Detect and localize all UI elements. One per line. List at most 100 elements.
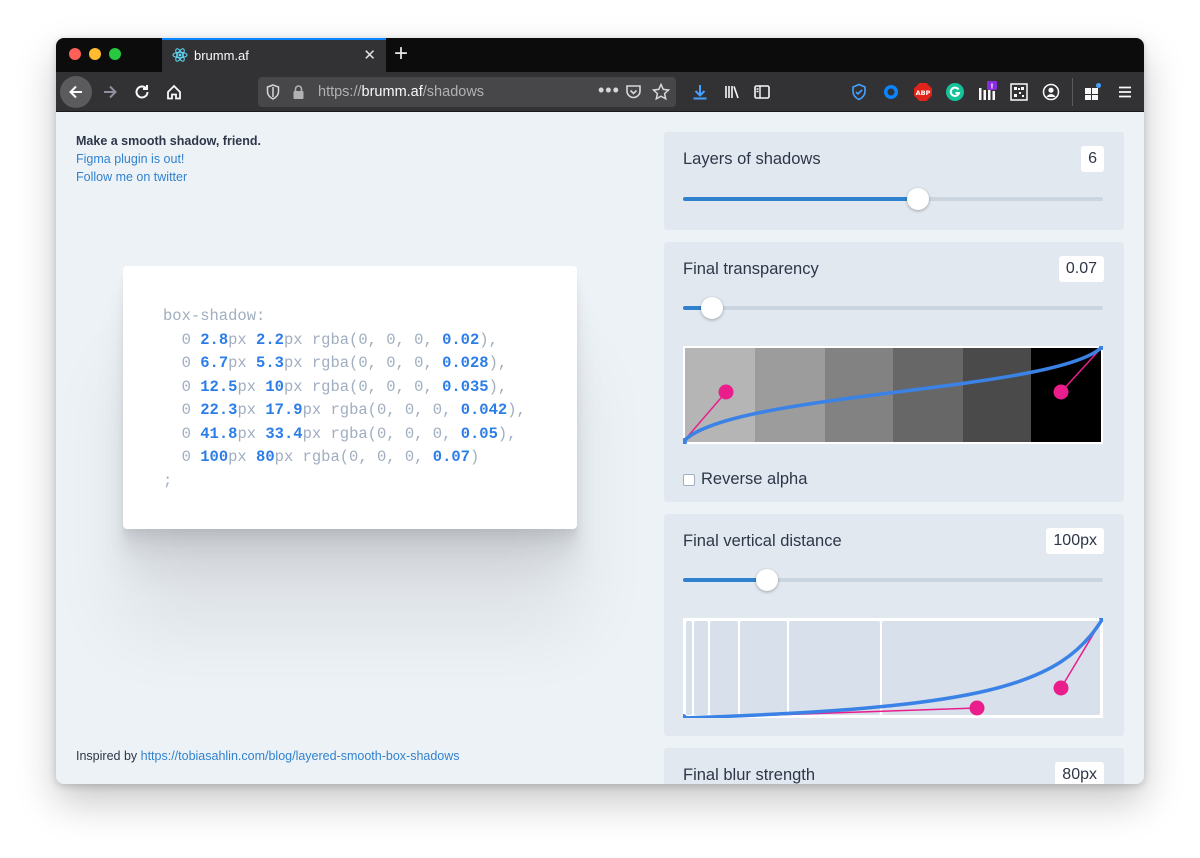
- vertical-distance-panel: Final vertical distance 100px: [664, 514, 1124, 736]
- shield-icon[interactable]: [266, 84, 280, 100]
- alpha-swatch: [893, 348, 963, 442]
- home-icon: [167, 84, 181, 100]
- code-terminator: ;: [163, 471, 173, 490]
- transparency-slider[interactable]: [683, 297, 1103, 319]
- extension-qr[interactable]: [1008, 81, 1030, 103]
- alpha-swatch: [963, 348, 1031, 442]
- shield-check-icon: [852, 83, 866, 101]
- credit-prefix: Inspired by: [76, 749, 141, 763]
- transparency-label: Final transparency: [683, 260, 819, 278]
- curve-handle[interactable]: [969, 700, 985, 716]
- account-icon: [1042, 83, 1060, 101]
- adblock-icon: ABP: [914, 83, 932, 101]
- layers-value[interactable]: 6: [1081, 146, 1104, 172]
- extension-circle[interactable]: [880, 81, 902, 103]
- distance-swatch: [710, 621, 738, 715]
- vertical-distance-slider[interactable]: [683, 569, 1103, 591]
- ring-icon: [884, 85, 898, 99]
- extension-bars[interactable]: !: [976, 81, 998, 103]
- layers-slider[interactable]: [683, 188, 1103, 210]
- new-tab-button[interactable]: +: [394, 41, 408, 67]
- extension-grammarly[interactable]: [944, 81, 966, 103]
- extension-shield[interactable]: [848, 81, 870, 103]
- distance-swatch: [740, 621, 787, 715]
- sidebar-button[interactable]: [746, 76, 778, 108]
- reverse-alpha-toggle[interactable]: Reverse alpha: [683, 470, 807, 489]
- navigation-toolbar: https://brumm.af/shadows ••• ABP !: [56, 72, 1144, 112]
- page-actions-icon[interactable]: •••: [598, 80, 620, 101]
- transparency-curve-editor[interactable]: [679, 342, 1107, 446]
- url-protocol: https://: [318, 84, 362, 100]
- home-button[interactable]: [158, 76, 190, 108]
- vertical-distance-label: Final vertical distance: [683, 532, 842, 550]
- code-line: 0 2.8px 2.2px rgba(0, 0, 0, 0.02),: [163, 330, 498, 349]
- twitter-link[interactable]: Follow me on twitter: [76, 168, 261, 186]
- bars-icon: !: [979, 81, 997, 100]
- puzzle-icon: [1085, 83, 1101, 100]
- menu-button[interactable]: [1114, 81, 1136, 103]
- url-text: https://brumm.af/shadows: [318, 84, 484, 100]
- svg-text:!: !: [990, 83, 993, 91]
- minimize-window-button[interactable]: [89, 48, 101, 60]
- distance-curve-graph[interactable]: [679, 614, 1107, 722]
- svg-text:ABP: ABP: [916, 89, 931, 97]
- reload-button[interactable]: [126, 76, 158, 108]
- bookmark-star-icon[interactable]: [652, 83, 670, 101]
- shadow-code-card: box-shadow: 0 2.8px 2.2px rgba(0, 0, 0, …: [123, 266, 577, 529]
- lock-icon[interactable]: [292, 84, 305, 100]
- forward-button[interactable]: [94, 76, 126, 108]
- library-icon: [725, 86, 739, 99]
- layers-slider-fill: [683, 197, 919, 201]
- qr-code-icon: [1010, 83, 1028, 101]
- address-bar[interactable]: https://brumm.af/shadows •••: [258, 77, 676, 107]
- reverse-alpha-checkbox[interactable]: [683, 473, 695, 486]
- transparency-curve-graph[interactable]: [679, 342, 1107, 446]
- blur-strength-value[interactable]: 80px: [1055, 762, 1104, 784]
- page-content: Make a smooth shadow, friend. Figma plug…: [56, 112, 1144, 784]
- account-button[interactable]: [1040, 81, 1062, 103]
- vertical-distance-slider-thumb[interactable]: [756, 569, 778, 591]
- curve-handle[interactable]: [718, 384, 734, 400]
- download-icon: [693, 85, 707, 100]
- figma-plugin-link[interactable]: Figma plugin is out!: [76, 150, 261, 168]
- layers-panel: Layers of shadows 6: [664, 132, 1124, 230]
- alpha-swatch: [755, 348, 825, 442]
- layers-label: Layers of shadows: [683, 150, 821, 168]
- code-line: 0 6.7px 5.3px rgba(0, 0, 0, 0.028),: [163, 354, 508, 372]
- distance-curve-editor[interactable]: [679, 614, 1107, 722]
- transparency-slider-thumb[interactable]: [701, 297, 724, 319]
- distance-swatch: [789, 621, 880, 715]
- extensions-button[interactable]: [1082, 81, 1104, 103]
- arrow-right-icon: [104, 85, 117, 99]
- arrow-left-icon: [69, 85, 82, 99]
- downloads-button[interactable]: [684, 76, 716, 108]
- back-button[interactable]: [60, 76, 92, 108]
- code-line: 0 22.3px 17.9px rgba(0, 0, 0, 0.042),: [163, 401, 526, 419]
- vertical-distance-value[interactable]: 100px: [1046, 528, 1104, 554]
- toolbar-separator: [1072, 78, 1073, 106]
- close-window-button[interactable]: [69, 48, 81, 60]
- close-tab-icon[interactable]: ✕: [363, 46, 376, 64]
- credit-link[interactable]: https://tobiasahlin.com/blog/layered-smo…: [141, 749, 460, 763]
- credit-line: Inspired by https://tobiasahlin.com/blog…: [76, 749, 460, 763]
- pocket-icon[interactable]: [625, 84, 642, 100]
- grammarly-icon: [946, 83, 964, 101]
- zoom-window-button[interactable]: [109, 48, 121, 60]
- code-line: 0 100px 80px rgba(0, 0, 0, 0.07): [163, 448, 480, 466]
- code-line: 0 12.5px 10px rgba(0, 0, 0, 0.035),: [163, 377, 508, 396]
- library-button[interactable]: [716, 76, 748, 108]
- headline: Make a smooth shadow, friend.: [76, 134, 261, 148]
- code-block: box-shadow: 0 2.8px 2.2px rgba(0, 0, 0, …: [163, 305, 526, 493]
- react-icon: [172, 48, 188, 62]
- layers-slider-thumb[interactable]: [907, 188, 930, 210]
- reverse-alpha-label: Reverse alpha: [701, 470, 808, 488]
- code-line: 0 41.8px 33.4px rgba(0, 0, 0, 0.05),: [163, 424, 517, 443]
- tab-active[interactable]: brumm.af ✕: [162, 38, 386, 72]
- curve-handle[interactable]: [1053, 384, 1069, 400]
- transparency-value[interactable]: 0.07: [1058, 256, 1104, 282]
- curve-handle[interactable]: [1053, 680, 1069, 696]
- distance-swatch: [686, 621, 692, 715]
- extension-adblock[interactable]: ABP: [912, 81, 934, 103]
- blur-strength-panel: Final blur strength 80px: [664, 748, 1124, 784]
- hamburger-menu-icon: [1119, 86, 1131, 98]
